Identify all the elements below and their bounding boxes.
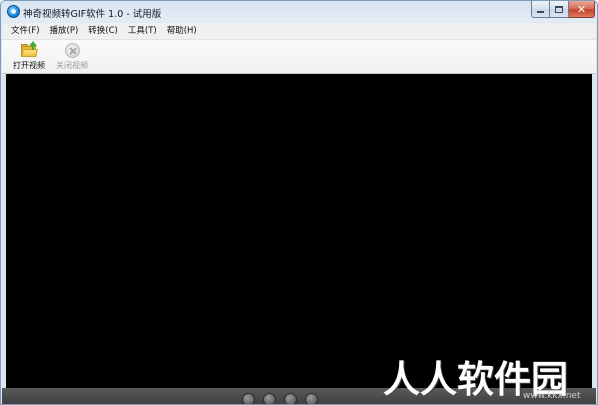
menu-play[interactable]: 播放(P) — [45, 23, 84, 40]
minimize-button[interactable] — [531, 1, 550, 18]
previous-icon[interactable] — [242, 393, 255, 404]
close-video-label: 关闭视频 — [56, 61, 88, 70]
video-display[interactable] — [6, 74, 592, 388]
play-icon[interactable] — [284, 393, 297, 404]
close-video-icon — [64, 43, 80, 58]
open-video-button[interactable]: 打开视频 — [10, 41, 48, 73]
open-video-label: 打开视频 — [13, 61, 45, 70]
watermark-url: www.kkx.net — [523, 391, 581, 401]
app-window: 神奇视频转GIF软件 1.0 - 试用版 ✕ 文件(F) 播放(P) 转换(C)… — [0, 0, 598, 405]
close-video-button[interactable]: 关闭视频 — [52, 41, 92, 73]
menu-help[interactable]: 帮助(H) — [162, 23, 202, 40]
open-folder-icon — [20, 41, 38, 58]
next-icon[interactable] — [305, 393, 318, 404]
close-icon: ✕ — [576, 2, 587, 16]
site-watermark: 人人软件园 www.kkx.net — [383, 349, 595, 404]
maximize-icon — [555, 5, 563, 13]
menu-file[interactable]: 文件(F) — [6, 23, 45, 40]
close-window-button[interactable]: ✕ — [569, 1, 595, 18]
maximize-button[interactable] — [550, 1, 569, 18]
menu-bar: 文件(F) 播放(P) 转换(C) 工具(T) 帮助(H) — [2, 23, 596, 40]
minimize-icon — [537, 10, 544, 13]
window-title: 神奇视频转GIF软件 1.0 - 试用版 — [23, 9, 162, 20]
stop-icon[interactable] — [263, 393, 276, 404]
menu-tools[interactable]: 工具(T) — [123, 23, 162, 40]
title-bar[interactable]: 神奇视频转GIF软件 1.0 - 试用版 ✕ — [1, 1, 597, 23]
toolbar: 打开视频 关闭视频 — [2, 40, 596, 74]
app-logo-icon[interactable] — [7, 5, 20, 18]
menu-convert[interactable]: 转换(C) — [83, 23, 123, 40]
close-video-icon-wrap — [63, 42, 81, 58]
